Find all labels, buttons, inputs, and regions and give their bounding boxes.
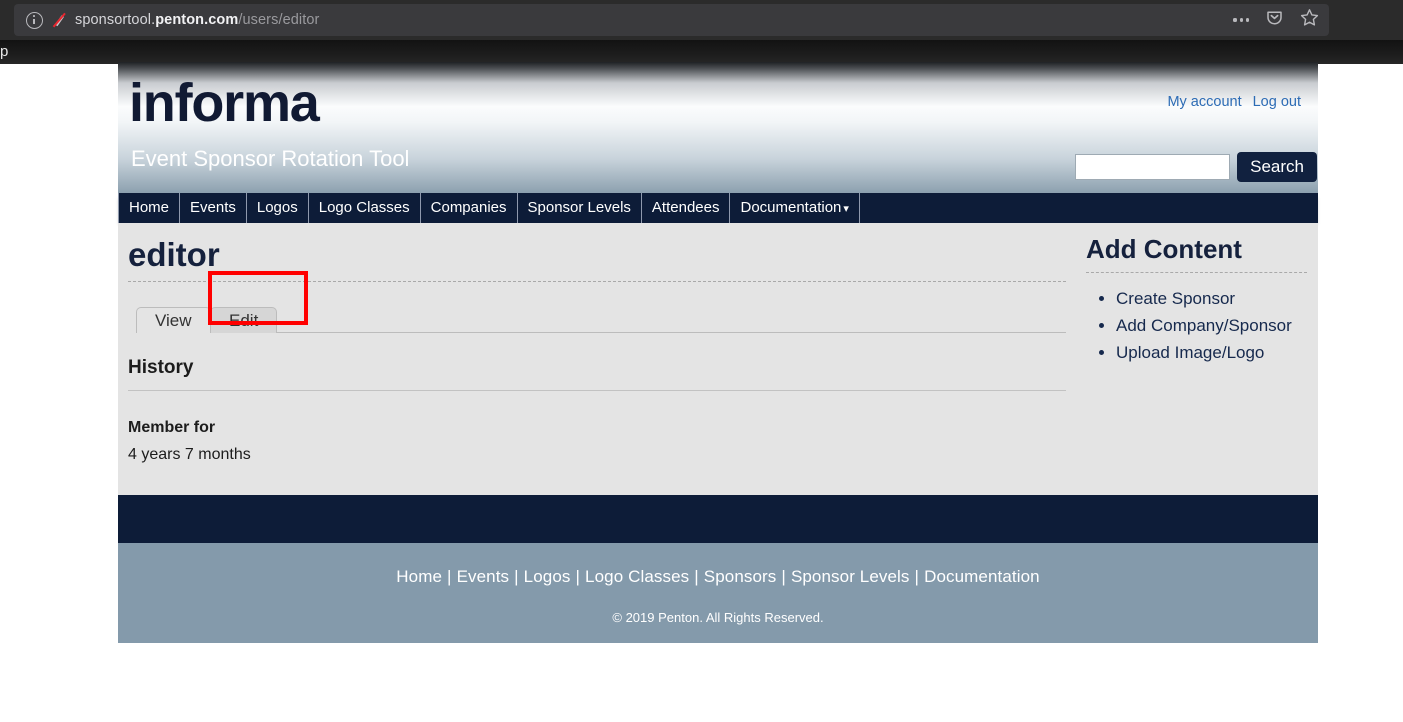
nav-item-label: Logo Classes: [318, 199, 410, 216]
info-icon[interactable]: [26, 11, 43, 29]
browser-tab-strip: [0, 40, 1403, 64]
footer-link-logos[interactable]: Logos: [524, 567, 571, 586]
sidebar-title: Add Content: [1086, 234, 1242, 264]
footer-link-sponsor-levels[interactable]: Sponsor Levels: [791, 567, 910, 586]
footer-link-logo-classes[interactable]: Logo Classes: [585, 567, 689, 586]
no-edit-icon[interactable]: [51, 12, 67, 28]
footer-separator: |: [447, 567, 452, 586]
copyright-text: © 2019 Penton. All Rights Reserved.: [612, 610, 824, 625]
nav-item-home[interactable]: Home: [118, 193, 181, 223]
footer-link-sponsors[interactable]: Sponsors: [704, 567, 777, 586]
nav-item-label: Documentation: [740, 199, 842, 216]
nav-item-label: Companies: [430, 199, 507, 216]
pocket-shield-icon[interactable]: [1265, 8, 1284, 32]
footer-separator: |: [914, 567, 920, 586]
list-item[interactable]: Add Company/Sponsor: [1116, 314, 1318, 338]
site-header: informa Event Sponsor Rotation Tool My a…: [118, 62, 1318, 193]
browser-chrome: sponsortool.penton.com/users/editor: [0, 0, 1403, 40]
page-title: editor: [128, 236, 220, 273]
title-divider: [128, 281, 1066, 282]
nav-item-label: Attendees: [651, 199, 720, 216]
site-tagline: Event Sponsor Rotation Tool: [131, 146, 410, 171]
sidebar-item-create-sponsor[interactable]: Create Sponsor: [1116, 289, 1235, 308]
history-heading: History: [128, 357, 194, 378]
primary-nav: Home Events Logos Logo Classes Companies…: [118, 193, 1318, 223]
footer-separator: |: [694, 567, 699, 586]
tab-bar: View Edit: [136, 271, 1068, 333]
address-bar[interactable]: sponsortool.penton.com/users/editor: [14, 4, 1329, 36]
footer-accent-bar: [118, 495, 1318, 543]
url-text: sponsortool.penton.com/users/editor: [75, 12, 319, 28]
address-bar-trailing-icons: [1233, 4, 1319, 36]
history-divider: [128, 390, 1066, 391]
nav-item-logos[interactable]: Logos: [247, 193, 309, 223]
sidebar: Add Content Create Sponsor Add Company/S…: [1068, 223, 1318, 495]
url-path: /users/editor: [238, 12, 320, 28]
list-item[interactable]: Create Sponsor: [1116, 287, 1318, 311]
search-area: Search: [1075, 152, 1317, 182]
nav-item-label: Logos: [256, 199, 298, 216]
star-icon[interactable]: [1300, 8, 1319, 32]
member-for-label: Member for: [128, 419, 216, 436]
site-logo: informa: [129, 73, 320, 133]
search-input[interactable]: [1075, 154, 1231, 180]
ellipsis-icon[interactable]: [1233, 18, 1249, 22]
footer-link-events[interactable]: Events: [457, 567, 510, 586]
footer-links: Home | Events | Logos | Logo Classes | Sponsors |…: [118, 543, 1318, 587]
sidebar-item-add-company-sponsor[interactable]: Add Company/Sponsor: [1116, 316, 1292, 335]
address-bar-leading-icons: [14, 11, 67, 29]
footer-separator: |: [781, 567, 786, 586]
my-account-link[interactable]: My account: [1167, 94, 1241, 110]
nav-item-logo-classes[interactable]: Logo Classes: [309, 193, 421, 223]
search-button[interactable]: Search: [1237, 152, 1317, 182]
nav-item-label: Events: [190, 199, 236, 216]
footer-separator: |: [514, 567, 519, 586]
nav-item-events[interactable]: Events: [180, 193, 247, 223]
url-subdomain: sponsortool.: [75, 12, 156, 28]
nav-item-sponsor-levels[interactable]: Sponsor Levels: [518, 193, 642, 223]
nav-item-documentation[interactable]: Documentation ▾: [730, 193, 860, 223]
tab-edit[interactable]: Edit: [210, 307, 278, 333]
sidebar-divider: [1086, 272, 1307, 273]
footer-separator: |: [575, 567, 581, 586]
nav-item-companies[interactable]: Companies: [421, 193, 518, 223]
account-links: My account Log out: [1167, 94, 1301, 110]
main-column: editor View Edit History Member for 4 ye…: [118, 223, 1068, 495]
sidebar-item-upload-image-logo[interactable]: Upload Image/Logo: [1116, 343, 1264, 362]
page-canvas: informa Event Sponsor Rotation Tool My a…: [118, 62, 1318, 643]
list-item[interactable]: Upload Image/Logo: [1116, 341, 1318, 365]
footer-link-documentation[interactable]: Documentation: [924, 567, 1040, 586]
footer-link-home[interactable]: Home: [396, 567, 442, 586]
chevron-down-icon: ▾: [843, 203, 849, 215]
content-area: editor View Edit History Member for 4 ye…: [118, 223, 1318, 495]
url-host: penton.com: [155, 12, 239, 28]
member-for-value: 4 years 7 months: [128, 446, 251, 463]
nav-item-label: Sponsor Levels: [527, 199, 631, 216]
nav-item-attendees[interactable]: Attendees: [642, 193, 731, 223]
tab-view[interactable]: View: [136, 307, 211, 333]
tab-strip-clipped-label: p: [0, 43, 9, 60]
sidebar-link-list: Create Sponsor Add Company/Sponsor Uploa…: [1086, 287, 1318, 365]
site-footer: Home | Events | Logos | Logo Classes | Sponsors |…: [118, 543, 1318, 643]
log-out-link[interactable]: Log out: [1253, 94, 1301, 110]
nav-item-label: Home: [129, 199, 170, 216]
